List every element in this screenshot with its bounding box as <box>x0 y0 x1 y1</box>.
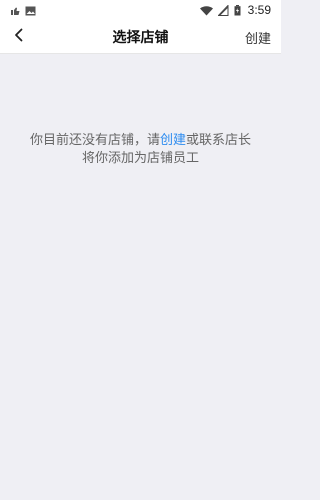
status-left <box>10 1 36 20</box>
empty-state-message: 你目前还没有店铺，请创建或联系店长 将你添加为店铺员工 <box>0 132 281 168</box>
create-button[interactable]: 创建 <box>245 28 271 47</box>
empty-state-line-2: 将你添加为店铺员工 <box>81 151 199 166</box>
battery-icon <box>234 1 241 20</box>
signal-icon <box>216 1 229 20</box>
gallery-icon <box>25 1 36 20</box>
empty-state-text-after: 或联系店长 <box>186 133 252 148</box>
empty-state-text-before: 你目前还没有店铺，请 <box>29 133 160 148</box>
status-time: 3:59 <box>247 3 271 17</box>
status-bar: 3:59 <box>0 0 281 20</box>
wifi-icon <box>199 1 213 20</box>
create-link[interactable]: 创建 <box>160 133 186 148</box>
nav-bar: 选择店铺 创建 <box>0 20 281 54</box>
notification-icon <box>10 1 20 20</box>
page-title: 选择店铺 <box>112 30 169 46</box>
status-right: 3:59 <box>199 1 271 20</box>
empty-state-line-1: 你目前还没有店铺，请创建或联系店长 <box>0 132 281 150</box>
